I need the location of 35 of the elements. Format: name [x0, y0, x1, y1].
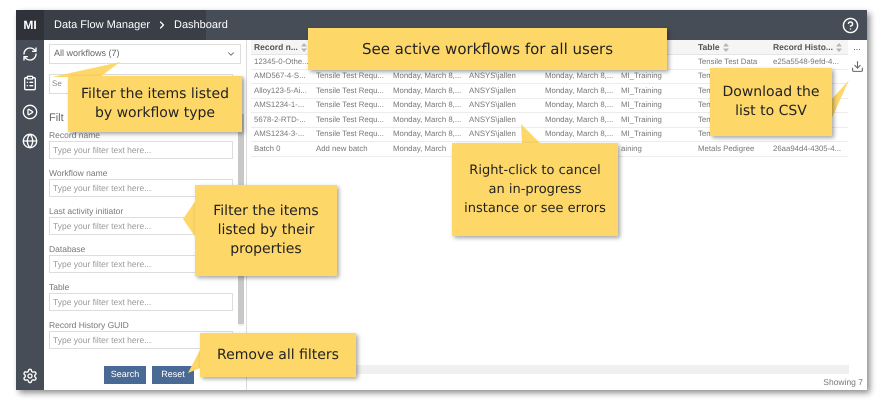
status-text: Showing 7: [823, 376, 863, 388]
filter-input[interactable]: Type your filter text here...: [49, 178, 233, 196]
breadcrumb-current: Dashboard: [174, 18, 228, 33]
help-icon[interactable]: [842, 16, 859, 34]
field-label: Last activity initiator: [49, 204, 124, 216]
column-header[interactable]: Table: [698, 40, 720, 54]
filter-heading: Filt: [49, 111, 64, 126]
refresh-icon[interactable]: [22, 46, 38, 62]
sort-icon: [836, 42, 842, 52]
field-label: Table: [49, 280, 70, 292]
workflow-select[interactable]: All workflows (7): [49, 44, 241, 64]
column-header[interactable]: Record n...: [254, 40, 298, 54]
field-label: Database: [49, 242, 86, 254]
download-icon[interactable]: [850, 60, 864, 72]
callout-tooltip-pointer: [52, 62, 120, 77]
filter-button[interactable]: Reset: [152, 366, 194, 384]
settings-icon[interactable]: [22, 368, 38, 384]
more-button[interactable]: ...: [853, 41, 861, 54]
callout-tooltip-pointer: [188, 350, 200, 373]
globe-icon[interactable]: [22, 133, 38, 149]
callout-tooltip: Right-click to cancel an in-progress instance or see errors: [452, 143, 618, 236]
sort-icon: [722, 42, 729, 52]
field-label: Workflow name: [49, 166, 108, 178]
filter-input[interactable]: Type your filter text here...: [49, 292, 233, 310]
filter-input[interactable]: Type your filter text here...: [49, 140, 233, 158]
callout-tooltip: See active workflows for all users: [308, 28, 667, 70]
callout-tooltip: Filter the items listed by their properties: [195, 185, 337, 276]
app-logo: MI: [16, 10, 44, 40]
callout-tooltip-pointer: [521, 124, 541, 144]
filter-button[interactable]: Search: [104, 366, 146, 384]
filter-input[interactable]: Type your filter text here...: [49, 330, 233, 348]
field-label: Record History GUID: [49, 318, 129, 330]
play-icon[interactable]: [22, 104, 38, 120]
clipboard-icon[interactable]: [22, 75, 38, 91]
column-header[interactable]: Record Histo...: [773, 40, 833, 54]
